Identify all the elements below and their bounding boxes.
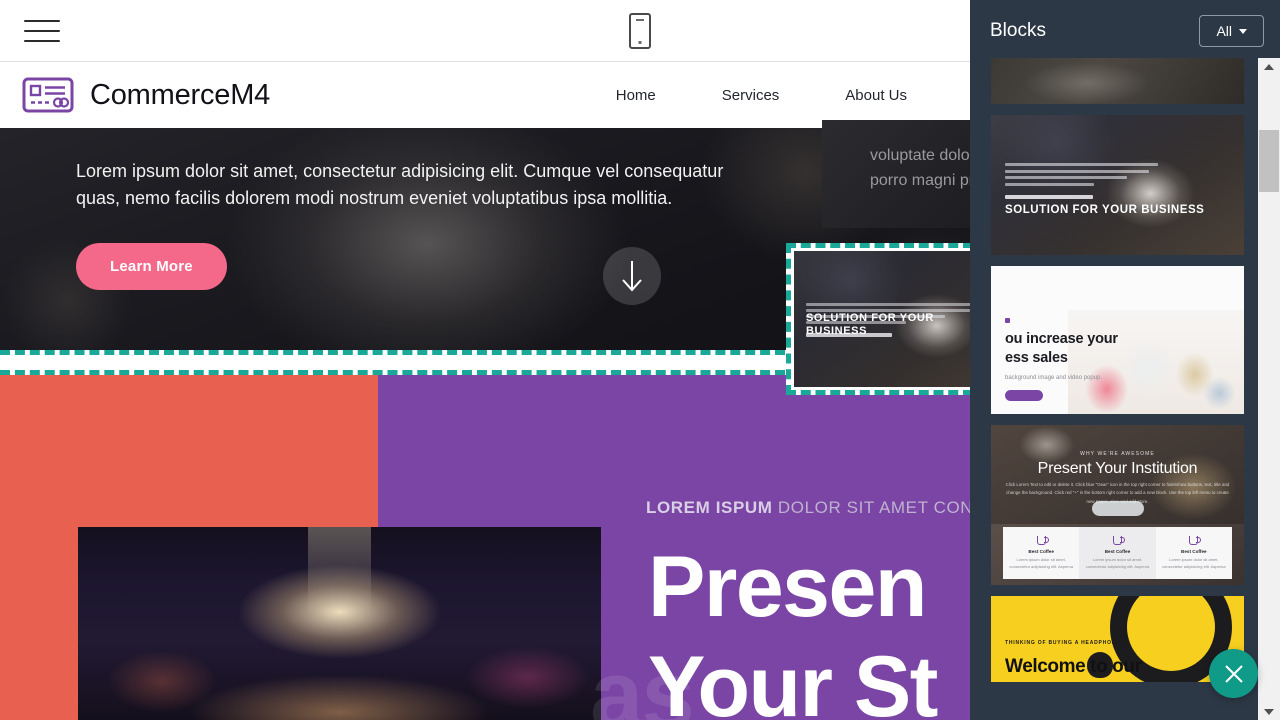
hero-content: Lorem ipsum dolor sit amet, consectetur …	[76, 158, 820, 290]
chevron-down-icon	[1239, 28, 1247, 34]
block-thumbnail-office-header[interactable]	[991, 58, 1244, 104]
placeholder-line	[1005, 163, 1158, 166]
placeholder-kicker	[1005, 194, 1093, 199]
site-brand[interactable]: CommerceM4	[22, 76, 270, 114]
block-thumbnail-headphone-yellow[interactable]: THINKING OF BUYING A HEADPHONE? Welcome …	[991, 596, 1244, 682]
blocks-panel: Blocks All Solution For Your Business	[970, 0, 1280, 720]
blocks-panel-header: Blocks All	[970, 0, 1280, 62]
scroll-up-glyph	[1264, 63, 1274, 70]
thumb-cta-button	[1005, 390, 1043, 402]
placeholder-line	[1005, 169, 1149, 173]
nav-link-home[interactable]: Home	[583, 77, 689, 114]
learn-more-button[interactable]: Learn More	[76, 242, 227, 290]
scroll-down-arrow-icon[interactable]	[1258, 703, 1280, 720]
feature-card-title: Best Coffee	[1181, 549, 1207, 555]
section-headline-line-2: Your St	[648, 638, 938, 720]
thumb-title-headphone: Welcome to our	[1005, 656, 1142, 677]
site-nav-links: Home Services About Us	[583, 77, 970, 114]
feature-card-text: Lorem ipsum dolor sit amet, consectetur …	[1162, 557, 1226, 569]
site-brand-name: CommerceM4	[90, 78, 271, 111]
section-kicker-bold: LOREM ISPUM	[646, 498, 773, 517]
blocks-filter-label: All	[1216, 23, 1232, 39]
editor-top-bar	[0, 0, 970, 62]
thumb-kicker: THINKING OF BUYING A HEADPHONE?	[1005, 640, 1125, 646]
feature-card-title: Best Coffee	[1104, 549, 1131, 555]
feature-card: Best Coffee Lorem ipsum dolor sit amet, …	[1079, 527, 1156, 579]
thumb-feature-cards: Best Coffee Lorem ipsum dolor sit amet, …	[1003, 527, 1232, 579]
thumb-increase-sales-content: ou increase your ess sales background im…	[1005, 318, 1118, 402]
hamburger-bar	[24, 39, 60, 42]
close-panel-button[interactable]	[1209, 649, 1258, 698]
feature-card: Best Coffee Lorem ipsum dolor sit amet, …	[1155, 527, 1232, 579]
thumb-text-lines	[1005, 163, 1158, 199]
feature-card-text: Lorem ipsum dolor sit amet, consectetur …	[1085, 557, 1150, 569]
feature-card: Best Coffee Lorem ipsum dolor sit amet, …	[1003, 527, 1080, 579]
thumb-title-line-1: ou increase your	[1005, 331, 1118, 347]
placeholder-line	[806, 303, 984, 306]
hero-paragraph: Lorem ipsum dolor sit amet, consectetur …	[76, 161, 724, 209]
coffee-cup-icon	[1036, 536, 1049, 546]
block-thumbnail-present-institution[interactable]: WHY WE'RE AWESOME Present Your Instituti…	[991, 425, 1244, 585]
feature-card-text: Lorem ipsum dolor sit amet, consectetur …	[1009, 557, 1073, 569]
thumb-title-present-institution: Present Your Institution	[1037, 460, 1198, 477]
background-block-line-1: voluptate dolor	[870, 147, 972, 164]
section-headline: Presen Your St	[648, 538, 938, 720]
id-card-icon	[22, 77, 74, 113]
placeholder-line	[1005, 176, 1128, 179]
blocks-list[interactable]: Solution For Your Business ou increase y…	[970, 58, 1258, 720]
site-navbar: CommerceM4 Home Services About Us	[0, 62, 970, 128]
arrow-down-icon[interactable]	[603, 247, 661, 305]
background-block-text: voluptate dolor porro magni pr	[822, 120, 972, 228]
scroll-up-arrow-icon[interactable]	[1258, 58, 1280, 75]
hamburger-bar	[24, 19, 60, 22]
thumb-title-line-2: ess sales	[1005, 349, 1068, 366]
nav-link-about-us[interactable]: About Us	[812, 77, 940, 114]
coffee-cup-icon	[1112, 536, 1125, 546]
section-headline-line-1: Presen	[648, 539, 927, 635]
thumb-title-solution-business: Solution For Your Business	[1005, 203, 1205, 216]
scrollbar-thumb[interactable]	[1259, 130, 1279, 192]
accent-dot-icon	[1005, 318, 1010, 323]
dragged-block-title: Solution For Your Business	[806, 311, 934, 338]
blocks-panel-scrollbar[interactable]	[1258, 58, 1280, 720]
thumb-kicker: WHY WE'RE AWESOME	[1080, 451, 1155, 457]
close-x-icon	[1224, 664, 1243, 683]
hamburger-menu-icon[interactable]	[24, 16, 60, 46]
nav-link-services[interactable]: Services	[689, 77, 813, 114]
mall-interior-image	[78, 527, 601, 720]
arrow-down-glyph	[622, 261, 642, 292]
background-block-line-2: porro magni pr	[870, 171, 972, 189]
block-thumbnail-increase-sales[interactable]: ou increase your ess sales background im…	[991, 266, 1244, 414]
hamburger-bar	[24, 29, 60, 32]
block-thumbnail-solution-business[interactable]: Solution For Your Business	[991, 115, 1244, 255]
thumb-subtitle: background image and video popup.	[1005, 375, 1103, 382]
thumb-cta-button	[1091, 501, 1144, 516]
coffee-cup-icon	[1189, 536, 1202, 546]
blocks-panel-title: Blocks	[990, 20, 1046, 41]
block-drop-indicator	[0, 350, 785, 375]
scroll-down-glyph	[1264, 708, 1274, 715]
feature-card-title: Best Coffee	[1028, 549, 1054, 555]
blocks-filter-dropdown[interactable]: All	[1199, 15, 1264, 47]
mobile-phone-icon[interactable]	[629, 13, 651, 49]
placeholder-line	[1005, 182, 1094, 186]
screen-root: CommerceM4 Home Services About Us Lorem …	[0, 0, 1280, 720]
